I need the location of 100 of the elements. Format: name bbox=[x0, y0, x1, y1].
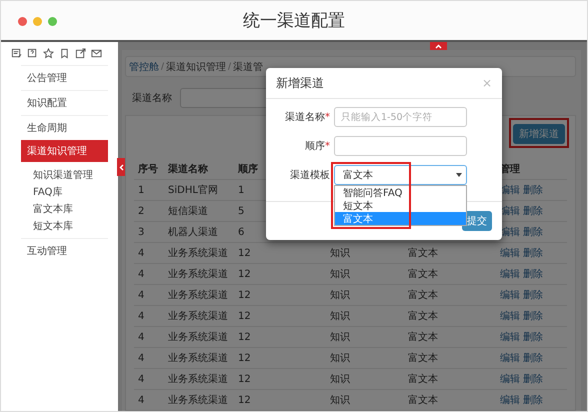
column-header: 渠道名称 bbox=[168, 164, 208, 174]
note-icon[interactable] bbox=[11, 48, 22, 59]
table-cell: 2 bbox=[138, 206, 144, 216]
breadcrumb-item[interactable]: 管控舱 bbox=[129, 60, 159, 74]
help-note-icon[interactable] bbox=[27, 48, 38, 59]
table-cell: 业务系统渠道 bbox=[168, 290, 228, 301]
bookmark-icon[interactable] bbox=[59, 48, 70, 59]
delete-link[interactable]: 删除 bbox=[523, 267, 543, 281]
field-label: 顺序* bbox=[304, 140, 330, 153]
table-cell: 业务系统渠道 bbox=[168, 248, 228, 259]
table-cell: 机器人渠道 bbox=[168, 227, 218, 238]
table-cell: 12 bbox=[238, 332, 251, 342]
sidebar-subitem[interactable]: 知识渠道管理 bbox=[33, 166, 118, 183]
table-cell: 知识 bbox=[330, 332, 350, 343]
delete-link[interactable]: 删除 bbox=[523, 393, 543, 407]
table-cell: 知识 bbox=[330, 269, 350, 280]
edit-link[interactable]: 编辑 bbox=[500, 372, 520, 386]
table-cell: 3 bbox=[138, 226, 144, 238]
close-window-button[interactable] bbox=[18, 17, 27, 26]
table-cell: 12 bbox=[238, 248, 251, 258]
input-field[interactable] bbox=[334, 136, 467, 156]
collapse-tab[interactable] bbox=[430, 42, 447, 50]
input-field[interactable]: 只能输入1-50个字符 bbox=[334, 107, 467, 127]
delete-link[interactable]: 删除 bbox=[523, 183, 543, 197]
field-label: 渠道模板 bbox=[289, 168, 330, 182]
table-cell: 知识 bbox=[330, 374, 350, 385]
edit-link[interactable]: 编辑 bbox=[500, 309, 520, 323]
edit-link[interactable]: 编辑 bbox=[500, 330, 520, 344]
star-icon[interactable] bbox=[43, 48, 54, 59]
table-cell: 业务系统渠道 bbox=[168, 332, 228, 343]
table-cell: 短信渠道 bbox=[168, 206, 208, 217]
sidebar-item[interactable]: 渠道知识管理 bbox=[21, 140, 108, 162]
table-cell: 富文本 bbox=[408, 353, 438, 364]
sidebar-item[interactable]: 知识配置 bbox=[21, 90, 108, 115]
window-title: 统一渠道配置 bbox=[243, 10, 345, 32]
table-cell: 4 bbox=[138, 352, 144, 364]
dialog-title: 新增渠道 bbox=[276, 74, 324, 92]
table-cell: 4 bbox=[138, 290, 144, 300]
select-field[interactable]: 富文本 bbox=[334, 165, 467, 185]
table-cell: 12 bbox=[238, 290, 251, 300]
table-cell: 富文本 bbox=[408, 290, 438, 301]
delete-link[interactable]: 删除 bbox=[523, 351, 543, 365]
delete-link[interactable]: 删除 bbox=[523, 309, 543, 323]
delete-link[interactable]: 删除 bbox=[523, 288, 543, 302]
edit-link[interactable]: 编辑 bbox=[500, 351, 520, 365]
table-cell: SiDHL官网 bbox=[168, 185, 218, 196]
table-cell: 12 bbox=[238, 268, 251, 280]
table-cell: 富文本 bbox=[408, 332, 438, 343]
table-cell: 12 bbox=[238, 374, 251, 384]
search-label: 渠道名称 bbox=[132, 92, 172, 105]
edit-link[interactable]: 编辑 bbox=[500, 393, 520, 407]
edit-link[interactable]: 编辑 bbox=[500, 267, 520, 281]
table-cell: 1 bbox=[238, 184, 244, 196]
sidebar-item[interactable]: 互动管理 bbox=[21, 238, 108, 263]
sidebar-subitem[interactable]: 富文本库 bbox=[33, 200, 118, 217]
table-cell: 1 bbox=[138, 184, 144, 196]
table-cell: 富文本 bbox=[408, 395, 438, 406]
caret-icon bbox=[456, 173, 462, 177]
breadcrumb-item: 渠道知识管理 bbox=[166, 60, 226, 74]
external-link-icon[interactable] bbox=[75, 48, 86, 59]
sidebar-subitem[interactable]: FAQ库 bbox=[33, 183, 118, 200]
table-cell: 业务系统渠道 bbox=[168, 269, 228, 280]
table-cell: 业务系统渠道 bbox=[168, 374, 228, 385]
sidebar-item[interactable]: 公告管理 bbox=[21, 65, 108, 90]
sidebar-subitem[interactable]: 短文本库 bbox=[33, 217, 118, 234]
table-cell: 6 bbox=[238, 226, 244, 238]
edit-link[interactable]: 编辑 bbox=[500, 288, 520, 302]
table-cell: 业务系统渠道 bbox=[168, 395, 228, 406]
breadcrumb-separator: / bbox=[160, 62, 166, 72]
dropdown-option[interactable]: 富文本 bbox=[335, 212, 466, 225]
table-cell: 4 bbox=[138, 248, 144, 258]
table-cell: 业务系统渠道 bbox=[168, 353, 228, 364]
table-cell: 富文本 bbox=[408, 248, 438, 259]
table-cell: 4 bbox=[138, 374, 144, 384]
table-cell: 知识 bbox=[330, 395, 350, 406]
sidebar-toggle-tab[interactable] bbox=[117, 158, 125, 176]
table-cell: 知识 bbox=[330, 353, 350, 364]
table-cell: 富文本 bbox=[408, 269, 438, 280]
edit-link[interactable]: 编辑 bbox=[500, 246, 520, 260]
breadcrumb-item: 渠道管 bbox=[233, 60, 264, 74]
table-cell: 知识 bbox=[330, 290, 350, 301]
table-cell: 12 bbox=[238, 394, 251, 406]
delete-link[interactable]: 删除 bbox=[523, 204, 543, 218]
table-cell: 4 bbox=[138, 310, 144, 322]
table-cell: 知识 bbox=[330, 311, 350, 322]
column-header: 顺序 bbox=[238, 164, 258, 174]
delete-link[interactable]: 删除 bbox=[523, 372, 543, 386]
table-cell: 4 bbox=[138, 394, 144, 406]
add-channel-button[interactable]: 新增渠道 bbox=[513, 124, 565, 144]
table-cell: 知识 bbox=[330, 248, 350, 259]
delete-link[interactable]: 删除 bbox=[523, 330, 543, 344]
field-label: 渠道名称* bbox=[284, 110, 330, 124]
mail-icon[interactable] bbox=[91, 48, 102, 59]
delete-link[interactable]: 删除 bbox=[523, 246, 543, 260]
delete-link[interactable]: 删除 bbox=[523, 225, 543, 239]
table-cell: 富文本 bbox=[408, 374, 438, 385]
table-cell: 富文本 bbox=[408, 311, 438, 322]
table-cell: 4 bbox=[138, 332, 144, 342]
close-button[interactable]: × bbox=[482, 76, 492, 90]
chevron-up-icon bbox=[435, 44, 442, 48]
